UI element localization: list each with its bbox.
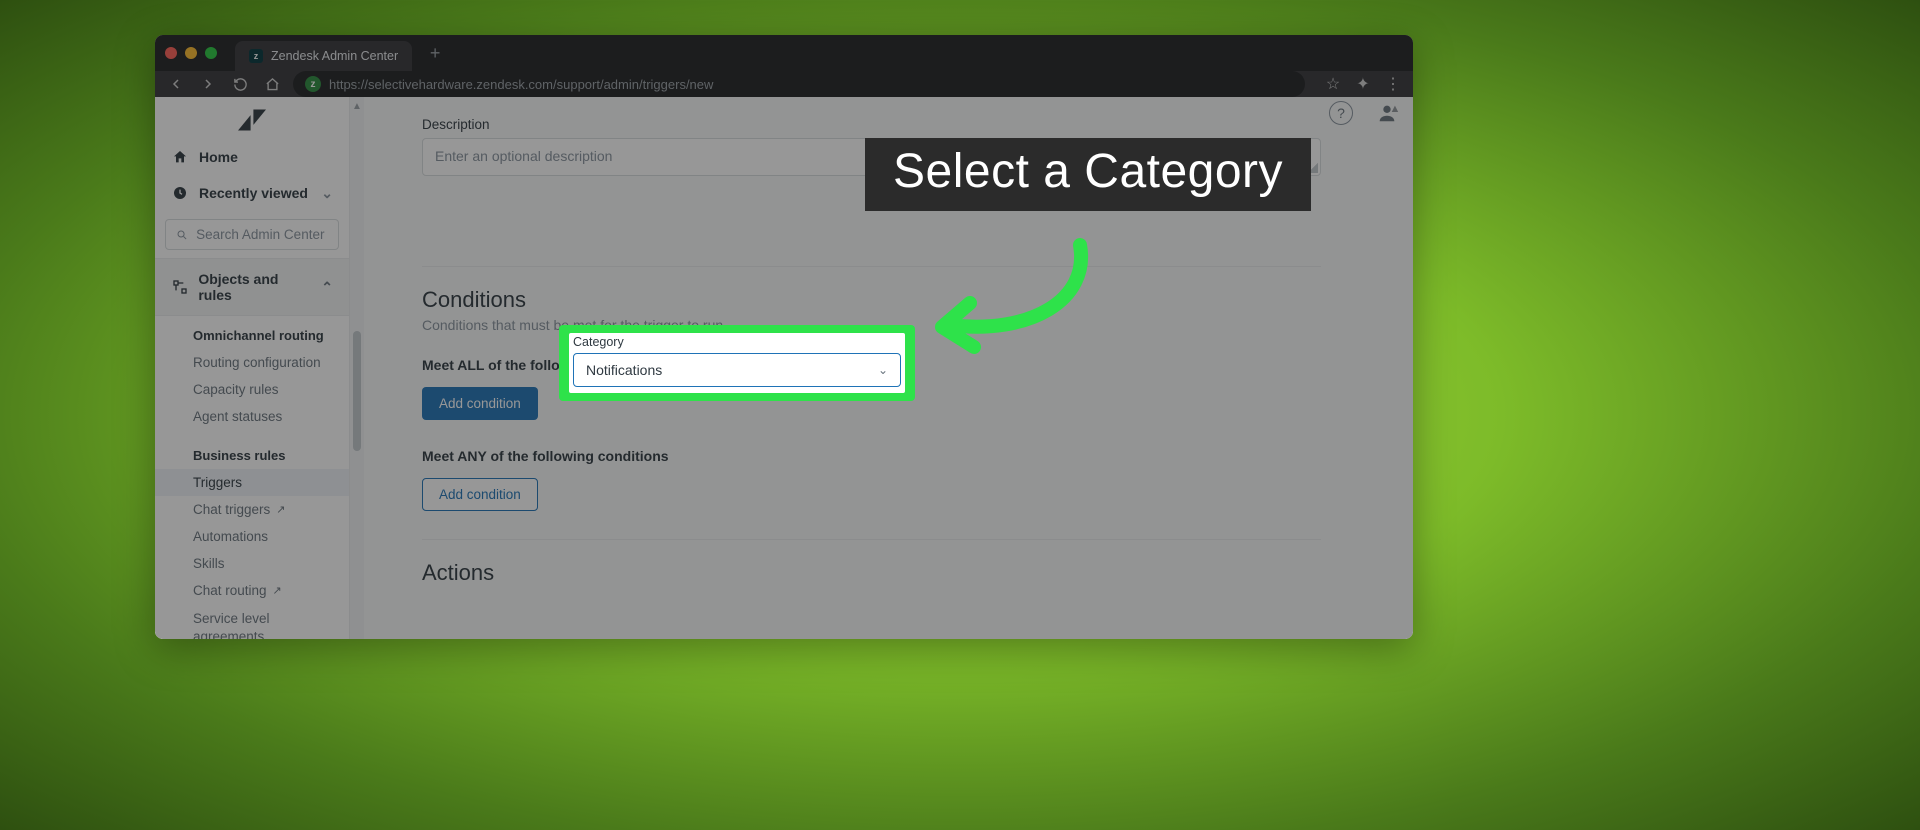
scroll-up-icon[interactable]: ▲ (352, 101, 362, 112)
category-select[interactable]: Notifications ⌄ (573, 353, 901, 387)
workflow-icon (171, 278, 188, 296)
toolbar-right: ☆ ✦ ⋮ (1323, 74, 1403, 94)
chat-routing-label: Chat routing (193, 583, 267, 598)
chevron-down-icon: ⌄ (321, 185, 333, 202)
category-value: Notifications (586, 362, 662, 378)
sidebar-search[interactable] (165, 219, 339, 250)
category-field: Category Notifications ⌄ (569, 333, 905, 393)
browser-tab[interactable]: z Zendesk Admin Center (235, 41, 412, 71)
scroll-up-icon[interactable]: ▲ (1390, 103, 1401, 115)
browser-titlebar: z Zendesk Admin Center + (155, 35, 1413, 71)
nav-recently-viewed[interactable]: Recently viewed ⌄ (155, 175, 349, 211)
sidebar-item-chat-routing[interactable]: Chat routing ↗ (155, 577, 349, 604)
address-bar[interactable]: z https://selectivehardware.zendesk.com/… (293, 71, 1305, 97)
menu-dots-icon[interactable]: ⋮ (1383, 74, 1403, 94)
external-link-icon: ↗ (273, 584, 282, 597)
url-text: https://selectivehardware.zendesk.com/su… (329, 77, 713, 92)
scrollbar-thumb[interactable] (353, 331, 361, 451)
help-icon[interactable]: ? (1329, 101, 1353, 125)
chevron-down-icon: ⌄ (878, 363, 888, 377)
category-label: Category (569, 335, 905, 349)
browser-window: z Zendesk Admin Center + z https://selec… (155, 35, 1413, 639)
sidebar-item-skills[interactable]: Skills (155, 550, 349, 577)
close-window-icon[interactable] (165, 47, 177, 59)
sidebar-scrollbar[interactable]: ▲ ▼ (350, 97, 364, 639)
clock-icon (171, 184, 189, 202)
zendesk-logo-icon[interactable] (155, 97, 349, 139)
back-button[interactable] (165, 73, 187, 95)
sidebar-sublist: Omnichannel routing Routing configuratio… (155, 316, 349, 639)
sidebar-item-sla[interactable]: Service level agreements (155, 604, 349, 639)
conditions-heading: Conditions (422, 287, 1321, 313)
content-scrollbar[interactable]: ▲ ▼ (1387, 103, 1403, 639)
reload-button[interactable] (229, 73, 251, 95)
nav-home-label: Home (199, 149, 238, 165)
sidebar-item-triggers[interactable]: Triggers (155, 469, 349, 496)
extensions-icon[interactable]: ✦ (1353, 74, 1373, 94)
add-condition-any-button[interactable]: Add condition (422, 478, 538, 511)
minimize-window-icon[interactable] (185, 47, 197, 59)
description-placeholder: Enter an optional description (435, 148, 612, 164)
section-label: Objects and rules (198, 271, 311, 303)
divider (422, 266, 1321, 267)
tutorial-callout: Select a Category (865, 138, 1311, 211)
nav-recent-label: Recently viewed (199, 185, 308, 201)
meet-any-label: Meet ANY of the following conditions (422, 448, 1321, 464)
sidebar-item-routing-config[interactable]: Routing configuration (155, 349, 349, 376)
external-link-icon: ↗ (276, 503, 285, 516)
subgroup-business-rules: Business rules (155, 442, 349, 469)
chevron-up-icon: ⌃ (321, 279, 333, 296)
browser-toolbar: z https://selectivehardware.zendesk.com/… (155, 71, 1413, 97)
maximize-window-icon[interactable] (205, 47, 217, 59)
new-tab-button[interactable]: + (422, 40, 448, 66)
forward-button[interactable] (197, 73, 219, 95)
actions-heading: Actions (422, 560, 1321, 586)
divider (422, 539, 1321, 540)
bookmark-star-icon[interactable]: ☆ (1323, 74, 1343, 94)
sidebar-item-capacity-rules[interactable]: Capacity rules (155, 376, 349, 403)
add-condition-all-button[interactable]: Add condition (422, 387, 538, 420)
description-label: Description (422, 117, 1321, 132)
zendesk-favicon-icon: z (249, 49, 263, 63)
tab-title: Zendesk Admin Center (271, 49, 398, 63)
home-icon (171, 148, 189, 166)
sidebar-item-automations[interactable]: Automations (155, 523, 349, 550)
sidebar: Home Recently viewed ⌄ Objects and rules… (155, 97, 350, 639)
chat-triggers-label: Chat triggers (193, 502, 270, 517)
site-lock-icon: z (305, 76, 321, 92)
nav-home[interactable]: Home (155, 139, 349, 175)
section-objects-and-rules[interactable]: Objects and rules ⌃ (155, 258, 349, 316)
subgroup-omnichannel: Omnichannel routing (155, 322, 349, 349)
window-traffic-lights (165, 47, 217, 59)
sidebar-item-agent-statuses[interactable]: Agent statuses (155, 403, 349, 430)
search-input[interactable] (196, 227, 328, 242)
sidebar-item-chat-triggers[interactable]: Chat triggers ↗ (155, 496, 349, 523)
home-button[interactable] (261, 73, 283, 95)
conditions-subtext: Conditions that must be met for the trig… (422, 317, 1321, 333)
